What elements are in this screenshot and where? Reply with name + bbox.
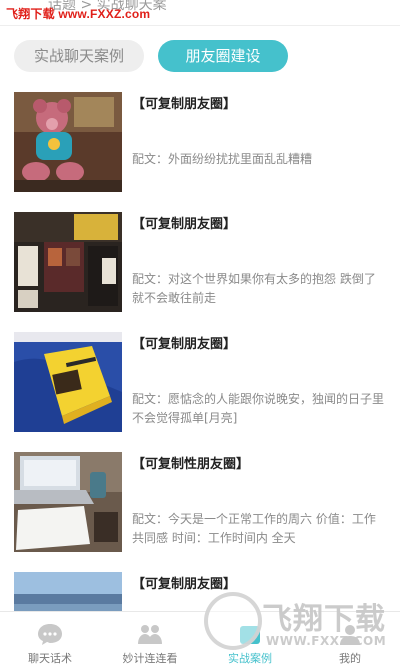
laptop-desk-photo [14, 452, 122, 552]
watermark-url: WWW.FXXZ.COM [266, 634, 387, 648]
tab-moments-building[interactable]: 朋友圈建设 [158, 40, 288, 72]
post-caption: 配文：对这个世界如果你有太多的抱怨 跌倒了就不会敢往前走 [132, 272, 376, 305]
category-tabs: 实战聊天案例 朋友圈建设 [0, 40, 400, 78]
chat-bubble-icon [38, 624, 62, 645]
book-photo [14, 332, 122, 432]
nav-tricks[interactable]: 妙计连连看 [100, 612, 200, 667]
shop-wall-photo [14, 212, 122, 312]
post-title: 【可复制朋友圈】 [132, 97, 237, 112]
post-title: 【可复制朋友圈】 [132, 337, 237, 352]
post-title: 【可复制朋友圈】 [132, 217, 237, 232]
post-title: 【可复制性朋友圈】 [132, 457, 250, 472]
top-bar: 话题 > 实战聊天案 飞翔下载 www.FXXZ.com [0, 0, 400, 26]
watermark-emblem-icon [204, 592, 262, 650]
teddy-bear-photo [14, 92, 122, 192]
nav-chat-scripts[interactable]: 聊天话术 [0, 612, 100, 667]
post-caption: 配文：外面纷纷扰扰里面乱乱糟糟 [132, 152, 313, 166]
nav-label: 聊天话术 [28, 652, 72, 665]
post-caption: 配文：愿惦念的人能跟你说晚安，独闻的日子里不会觉得孤单[月亮] [132, 392, 385, 425]
watermark-logo: 飞翔下载 WWW.FXXZ.COM [200, 588, 400, 667]
users-icon [138, 625, 162, 644]
list-item[interactable]: 【可复制朋友圈】 配文：外面纷纷扰扰里面乱乱糟糟 [0, 88, 400, 192]
list-item[interactable]: 【可复制朋友圈】 配文：愿惦念的人能跟你说晚安，独闻的日子里不会觉得孤单[月亮] [0, 328, 400, 432]
watermark-text: 飞翔下载 www.FXXZ.com [6, 7, 151, 21]
watermark-title: 飞翔下载 [262, 602, 386, 637]
post-caption: 配文：今天是一个正常工作的周六 价值：工作 共同感 时间：工作时间内 全天 [132, 512, 376, 545]
list-item[interactable]: 【可复制性朋友圈】 配文：今天是一个正常工作的周六 价值：工作 共同感 时间：工… [0, 448, 400, 552]
tab-chat-cases[interactable]: 实战聊天案例 [14, 40, 144, 72]
nav-label: 妙计连连看 [122, 652, 178, 665]
list-item[interactable]: 【可复制朋友圈】 配文：对这个世界如果你有太多的抱怨 跌倒了就不会敢往前走 [0, 208, 400, 312]
